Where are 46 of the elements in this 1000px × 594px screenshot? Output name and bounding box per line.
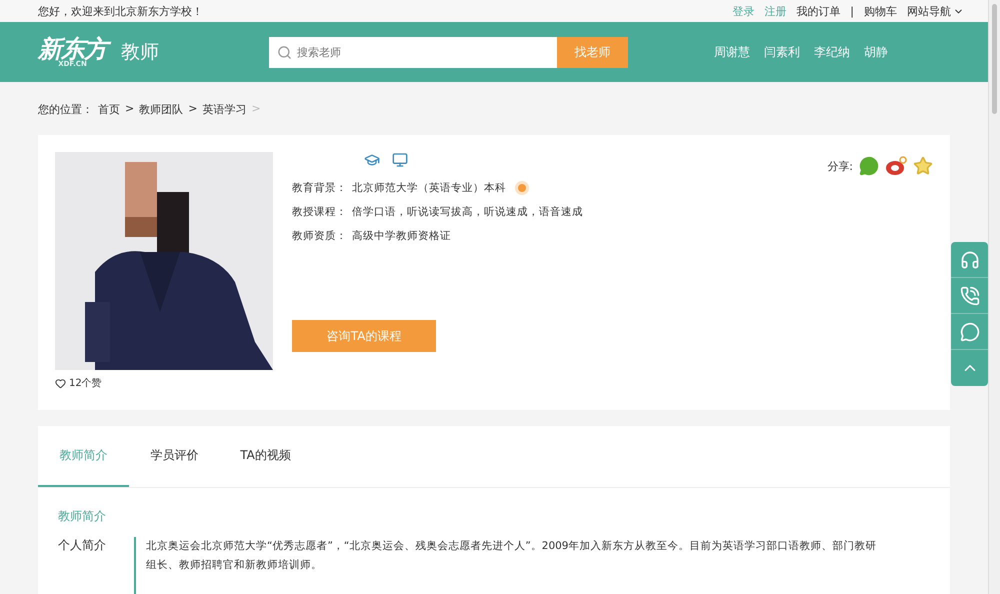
- field-value: 倍学口语，听说读写拔高，听说速成，语音速成: [352, 205, 583, 219]
- chat-bubble-icon[interactable]: [859, 156, 879, 176]
- search-icon: [277, 44, 292, 60]
- eye-icon[interactable]: [885, 156, 907, 176]
- breadcrumb-label: 您的位置：: [38, 102, 93, 118]
- top-link[interactable]: 注册: [764, 4, 786, 18]
- field-label: 教师资质：: [292, 229, 348, 243]
- teacher-link[interactable]: 周谢慧: [714, 44, 750, 60]
- search-button[interactable]: 找老师: [557, 36, 628, 68]
- teacher-link[interactable]: 李纪纳: [814, 44, 850, 60]
- top-link[interactable]: 网站导航: [907, 4, 964, 18]
- chat-icon: [960, 322, 980, 342]
- section-heading: 教师简介: [57, 508, 107, 525]
- field-label: 教授课程：: [292, 205, 348, 219]
- phone-icon: [960, 286, 980, 306]
- teacher-link[interactable]: 胡静: [864, 44, 888, 60]
- like-count[interactable]: 12个赞: [55, 376, 273, 390]
- heart-icon: [55, 378, 66, 388]
- share-label: 分享:: [827, 159, 853, 174]
- top-link[interactable]: 购物车: [864, 4, 897, 18]
- tab[interactable]: 教师简介: [38, 426, 129, 487]
- field-label: 教育背景：: [292, 181, 348, 195]
- row-label: 个人简介: [58, 537, 107, 554]
- field-value: 高级中学教师资格证: [352, 229, 451, 243]
- breadcrumb-separator: >: [188, 102, 198, 117]
- section-title: 教师: [121, 40, 160, 65]
- field-value: 北京师范大学（英语专业）本科: [352, 181, 506, 195]
- breadcrumb-separator: >: [251, 102, 261, 117]
- star-icon[interactable]: [913, 156, 933, 176]
- breadcrumb-link[interactable]: 教师团队: [139, 102, 184, 135]
- breadcrumb-link[interactable]: 英语学习: [202, 102, 246, 135]
- tab[interactable]: TA的视频: [220, 426, 311, 487]
- welcome-text: 您好，欢迎来到北京新东方学校！: [38, 4, 203, 18]
- teacher-link[interactable]: 闫素利: [764, 44, 800, 60]
- headset-icon: [960, 250, 980, 270]
- search-field[interactable]: 搜索老师: [269, 36, 557, 68]
- breadcrumb-separator: >: [125, 102, 134, 117]
- breadcrumb-link[interactable]: 首页: [98, 102, 120, 135]
- monitor-icon: [392, 152, 408, 168]
- intro-text: 北京奥运会北京师范大学“优秀志愿者”，“北京奥运会、残奥会志愿者先进个人”。2009年加入新东方从教至今。目前为英语学习部口语教师、部门教研组长、教师招聘官和新教师培训师。: [146, 539, 878, 573]
- separator: |: [850, 4, 854, 18]
- consult-button[interactable]: 咨询TA的课程: [292, 320, 436, 352]
- top-link[interactable]: 登录: [732, 4, 754, 18]
- tab[interactable]: 学员评价: [129, 426, 220, 487]
- top-link[interactable]: 我的订单: [796, 4, 840, 18]
- graduation-cap-icon: [364, 152, 380, 168]
